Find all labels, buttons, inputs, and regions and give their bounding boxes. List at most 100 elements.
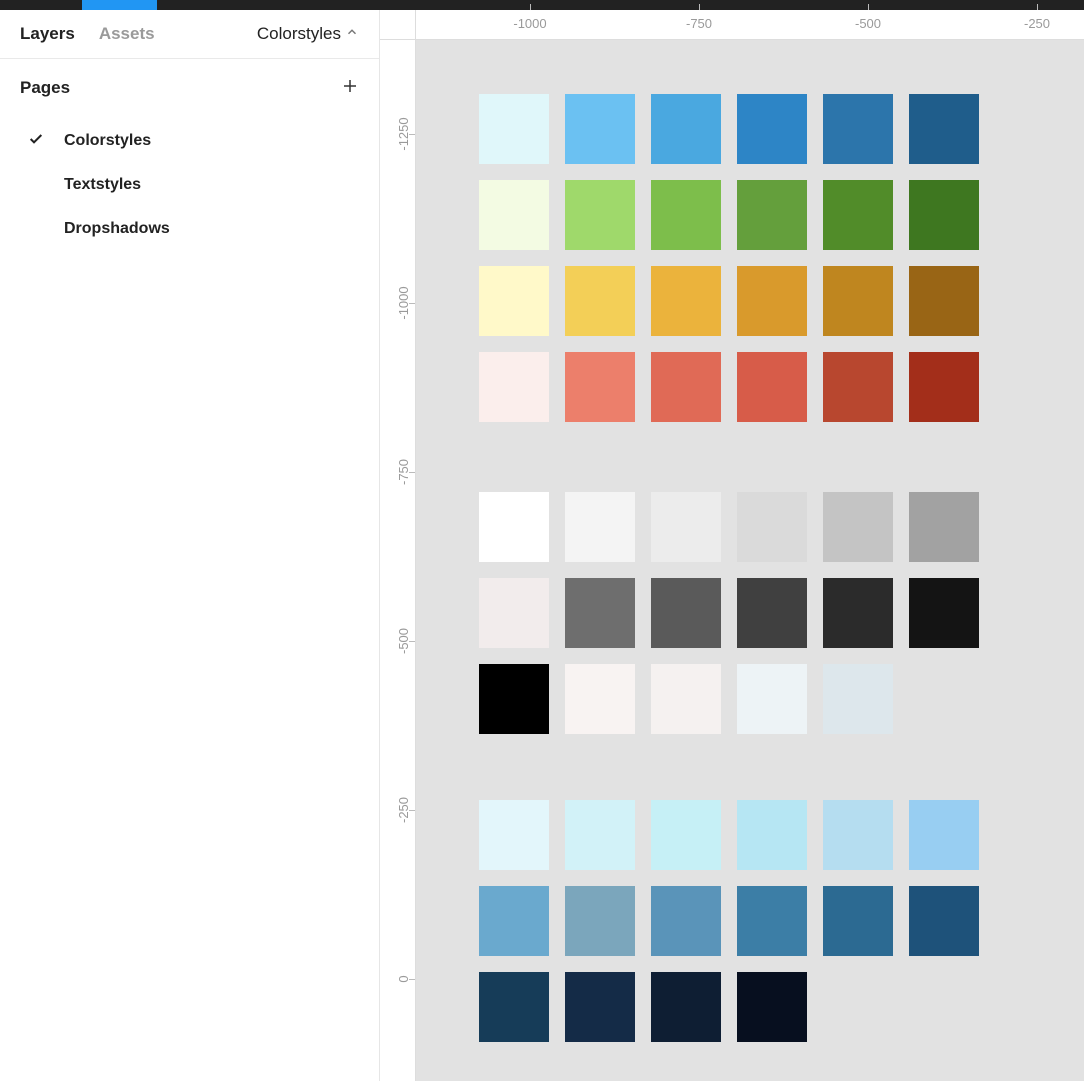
color-swatch[interactable] xyxy=(479,94,549,164)
vertical-ruler: -1250-1000-750-500-2500 xyxy=(380,40,416,1081)
color-swatch[interactable] xyxy=(479,886,549,956)
color-swatch[interactable] xyxy=(737,972,807,1042)
color-swatch[interactable] xyxy=(651,886,721,956)
color-swatch[interactable] xyxy=(565,578,635,648)
v-ruler-mark xyxy=(409,979,415,980)
page-selector-label: Colorstyles xyxy=(257,24,341,44)
add-page-button[interactable] xyxy=(341,75,359,101)
palette xyxy=(479,800,979,1042)
color-swatch[interactable] xyxy=(565,94,635,164)
color-swatch[interactable] xyxy=(823,266,893,336)
color-swatch[interactable] xyxy=(651,492,721,562)
v-ruler-mark xyxy=(409,472,415,473)
v-ruler-mark xyxy=(409,303,415,304)
palette xyxy=(479,492,979,648)
palette xyxy=(479,664,893,734)
swatch-group-neutral-colors[interactable] xyxy=(479,492,979,648)
color-swatch[interactable] xyxy=(565,972,635,1042)
swatch-group-blue-colors[interactable] xyxy=(479,800,979,1042)
swatch-group-neutral-extra[interactable] xyxy=(479,664,893,734)
color-swatch[interactable] xyxy=(479,972,549,1042)
h-ruler-mark xyxy=(1037,4,1038,10)
tab-layers[interactable]: Layers xyxy=(20,24,75,44)
color-swatch[interactable] xyxy=(651,266,721,336)
color-swatch[interactable] xyxy=(565,492,635,562)
color-swatch[interactable] xyxy=(565,266,635,336)
color-swatch[interactable] xyxy=(737,94,807,164)
page-selector[interactable]: Colorstyles xyxy=(257,24,359,44)
color-swatch[interactable] xyxy=(823,352,893,422)
color-swatch[interactable] xyxy=(651,664,721,734)
color-swatch[interactable] xyxy=(737,578,807,648)
color-swatch[interactable] xyxy=(651,972,721,1042)
h-ruler-mark xyxy=(868,4,869,10)
v-ruler-mark xyxy=(409,641,415,642)
v-ruler-mark xyxy=(409,134,415,135)
color-swatch[interactable] xyxy=(737,180,807,250)
color-swatch[interactable] xyxy=(909,94,979,164)
color-swatch[interactable] xyxy=(737,492,807,562)
page-item-colorstyles[interactable]: Colorstyles xyxy=(20,119,359,163)
color-swatch[interactable] xyxy=(565,352,635,422)
color-swatch[interactable] xyxy=(823,800,893,870)
h-ruler-label: -250 xyxy=(1024,16,1050,31)
color-swatch[interactable] xyxy=(565,800,635,870)
design-canvas[interactable] xyxy=(416,40,1084,1081)
color-swatch[interactable] xyxy=(737,352,807,422)
color-swatch[interactable] xyxy=(479,180,549,250)
left-sidebar: Layers Assets Colorstyles Pages Colorsty… xyxy=(0,10,380,1081)
color-swatch[interactable] xyxy=(737,664,807,734)
color-swatch[interactable] xyxy=(565,886,635,956)
color-swatch[interactable] xyxy=(651,180,721,250)
v-ruler-mark xyxy=(409,810,415,811)
page-item-dropshadows[interactable]: Dropshadows xyxy=(20,207,359,251)
color-swatch[interactable] xyxy=(737,886,807,956)
color-swatch[interactable] xyxy=(479,492,549,562)
palette xyxy=(479,94,979,422)
color-swatch[interactable] xyxy=(823,664,893,734)
h-ruler-label: -500 xyxy=(855,16,881,31)
canvas-wrap: -1000 -750 -500 -250 -1250-1000-750-500-250… xyxy=(380,10,1084,1081)
color-swatch[interactable] xyxy=(909,352,979,422)
color-swatch[interactable] xyxy=(565,180,635,250)
top-app-bar xyxy=(0,0,1084,10)
color-swatch[interactable] xyxy=(823,94,893,164)
page-item-textstyles[interactable]: Textstyles xyxy=(20,163,359,207)
color-swatch[interactable] xyxy=(479,578,549,648)
active-tool-indicator xyxy=(82,0,157,10)
color-swatch[interactable] xyxy=(909,266,979,336)
color-swatch[interactable] xyxy=(909,800,979,870)
color-swatch[interactable] xyxy=(823,492,893,562)
pages-heading: Pages xyxy=(20,78,70,98)
h-ruler-mark xyxy=(699,4,700,10)
swatch-group-brand-colors[interactable] xyxy=(479,94,979,422)
color-swatch[interactable] xyxy=(565,664,635,734)
check-icon xyxy=(28,131,64,151)
color-swatch[interactable] xyxy=(651,94,721,164)
color-swatch[interactable] xyxy=(909,886,979,956)
color-swatch[interactable] xyxy=(479,800,549,870)
color-swatch[interactable] xyxy=(737,800,807,870)
page-item-label: Dropshadows xyxy=(64,220,170,238)
color-swatch[interactable] xyxy=(651,800,721,870)
color-swatch[interactable] xyxy=(479,266,549,336)
tab-assets[interactable]: Assets xyxy=(99,24,155,44)
color-swatch[interactable] xyxy=(823,886,893,956)
color-swatch[interactable] xyxy=(823,578,893,648)
sidebar-tabs: Layers Assets Colorstyles xyxy=(0,10,379,59)
color-swatch[interactable] xyxy=(479,352,549,422)
h-ruler-label: -1000 xyxy=(513,16,546,31)
color-swatch[interactable] xyxy=(651,578,721,648)
h-ruler-mark xyxy=(530,4,531,10)
color-swatch[interactable] xyxy=(651,352,721,422)
color-swatch[interactable] xyxy=(909,492,979,562)
color-swatch[interactable] xyxy=(823,180,893,250)
color-swatch[interactable] xyxy=(479,664,549,734)
color-swatch[interactable] xyxy=(909,578,979,648)
page-item-label: Textstyles xyxy=(64,176,141,194)
ruler-corner xyxy=(380,10,416,40)
h-ruler-label: -750 xyxy=(686,16,712,31)
color-swatch[interactable] xyxy=(909,180,979,250)
color-swatch[interactable] xyxy=(737,266,807,336)
horizontal-ruler: -1000 -750 -500 -250 xyxy=(416,10,1084,40)
